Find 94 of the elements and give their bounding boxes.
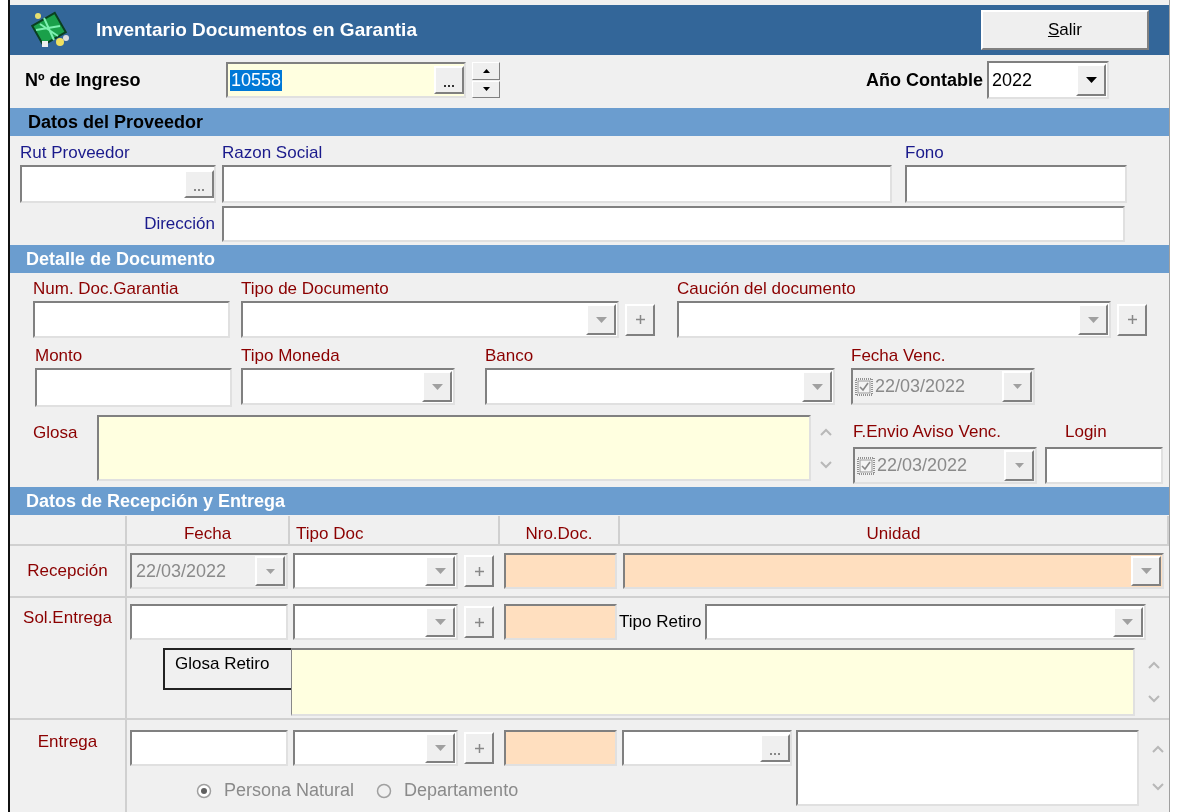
- notes-field[interactable]: [97, 415, 811, 481]
- field-label: Banco: [485, 346, 535, 366]
- field-label: Tipo Moneda: [241, 346, 341, 366]
- field-label: Fono: [905, 143, 945, 163]
- field-value: 2022: [991, 69, 1034, 91]
- column-header: Nro.Doc.: [500, 516, 620, 544]
- section-header: Datos de Recepción y Entrega: [10, 487, 1169, 515]
- field-label: Nº de Ingreso: [25, 69, 142, 91]
- withdrawal-type-dropdown[interactable]: [704, 604, 1146, 640]
- row-label: Recepción: [10, 546, 127, 596]
- bank-dropdown[interactable]: [485, 368, 835, 405]
- field-label: Razon Social: [222, 143, 324, 163]
- phone-field[interactable]: [905, 165, 1127, 203]
- document-number-field[interactable]: [504, 553, 617, 589]
- lookup-field[interactable]: [622, 730, 792, 766]
- add-button[interactable]: [464, 606, 494, 638]
- caret-icon: [431, 383, 443, 390]
- add-button[interactable]: [464, 732, 494, 764]
- exit-button[interactable]: Salir: [981, 10, 1149, 50]
- document-type-dropdown[interactable]: [241, 301, 619, 338]
- down-icon: [482, 87, 490, 92]
- caret-icon: [434, 568, 446, 574]
- column-header: Fecha: [127, 516, 290, 544]
- year-dropdown[interactable]: 2022: [987, 61, 1109, 99]
- window-title: Inventario Documentos en Garantia: [96, 19, 417, 41]
- unit-dropdown[interactable]: [623, 553, 1164, 589]
- row-label: Sol.Entrega: [10, 598, 127, 718]
- field-value: 22/03/2022: [136, 560, 227, 582]
- field-label: Fecha Venc.: [851, 346, 947, 366]
- guarantee-dropdown[interactable]: [677, 301, 1111, 338]
- caret-icon: [1140, 568, 1152, 574]
- field-label: Año Contable: [866, 69, 983, 91]
- field-label: Tipo de Documento: [241, 279, 390, 299]
- section-header: Datos del Proveedor: [10, 108, 1169, 136]
- add-button[interactable]: [625, 303, 655, 336]
- caret-icon: [595, 316, 607, 323]
- document-number-field[interactable]: [33, 301, 230, 338]
- caret-icon: [1087, 316, 1099, 323]
- row-label: Entrega: [10, 720, 127, 812]
- column-header: Tipo Doc: [290, 516, 500, 544]
- plus-icon: [474, 743, 484, 753]
- caret-icon: [434, 745, 446, 751]
- amount-field[interactable]: [35, 368, 232, 407]
- field-label: Dirección: [143, 214, 215, 234]
- document-number-field[interactable]: [504, 604, 617, 640]
- plus-icon: [635, 315, 645, 324]
- caret-icon: [811, 383, 823, 390]
- field-value: 10558: [230, 69, 283, 91]
- column-header: Unidad: [620, 516, 1169, 544]
- login-field[interactable]: [1045, 447, 1163, 484]
- ingreso-field[interactable]: 10558: [226, 62, 466, 98]
- address-field[interactable]: [222, 206, 1125, 242]
- document-number-field[interactable]: [504, 730, 617, 766]
- field-label: Caución del documento: [677, 279, 857, 299]
- field-label: Monto: [35, 346, 84, 366]
- caret-icon: [434, 619, 446, 625]
- withdrawal-notes-field[interactable]: [291, 648, 1135, 716]
- spinner[interactable]: [472, 62, 500, 98]
- document-type-dropdown[interactable]: [293, 730, 458, 766]
- caret-icon: [1014, 463, 1024, 468]
- add-button[interactable]: [464, 555, 494, 587]
- field-label: Tipo Retiro: [619, 612, 702, 632]
- caret-icon: [1122, 619, 1133, 625]
- field-label: Num. Doc.Garantia: [33, 279, 180, 299]
- ellipsis-icon: [444, 84, 454, 87]
- date-field[interactable]: [130, 604, 288, 640]
- document-type-dropdown[interactable]: [293, 604, 458, 640]
- razon-social-field[interactable]: [222, 165, 892, 203]
- field-label: Glosa: [33, 423, 79, 444]
- date-field[interactable]: [130, 730, 288, 766]
- field-value: 22/03/2022: [875, 376, 966, 397]
- field-label: Glosa Retiro: [163, 648, 291, 690]
- plus-icon: [1127, 315, 1137, 324]
- caret-icon: [265, 568, 275, 574]
- ellipsis-icon: [194, 188, 204, 191]
- field-label: Rut Proveedor: [20, 143, 131, 163]
- caret-icon: [1012, 384, 1022, 389]
- plus-icon: [474, 566, 484, 576]
- up-icon: [482, 68, 490, 73]
- document-type-dropdown[interactable]: [293, 553, 458, 589]
- plus-icon: [474, 617, 484, 627]
- caret-icon: [1085, 77, 1097, 83]
- field-value: 22/03/2022: [877, 455, 968, 476]
- currency-dropdown[interactable]: [241, 368, 455, 405]
- lookup-button[interactable]: [760, 734, 790, 762]
- section-header: Detalle de Documento: [10, 245, 1169, 273]
- lookup-button[interactable]: [434, 66, 464, 94]
- field-label: Login: [1065, 422, 1107, 442]
- field-label: F.Envio Aviso Venc.: [853, 422, 1003, 442]
- notes-field[interactable]: [796, 730, 1139, 806]
- ellipsis-icon: [770, 752, 780, 755]
- rut-field[interactable]: [20, 165, 216, 203]
- add-button[interactable]: [1117, 303, 1147, 336]
- lookup-button[interactable]: [184, 170, 214, 198]
